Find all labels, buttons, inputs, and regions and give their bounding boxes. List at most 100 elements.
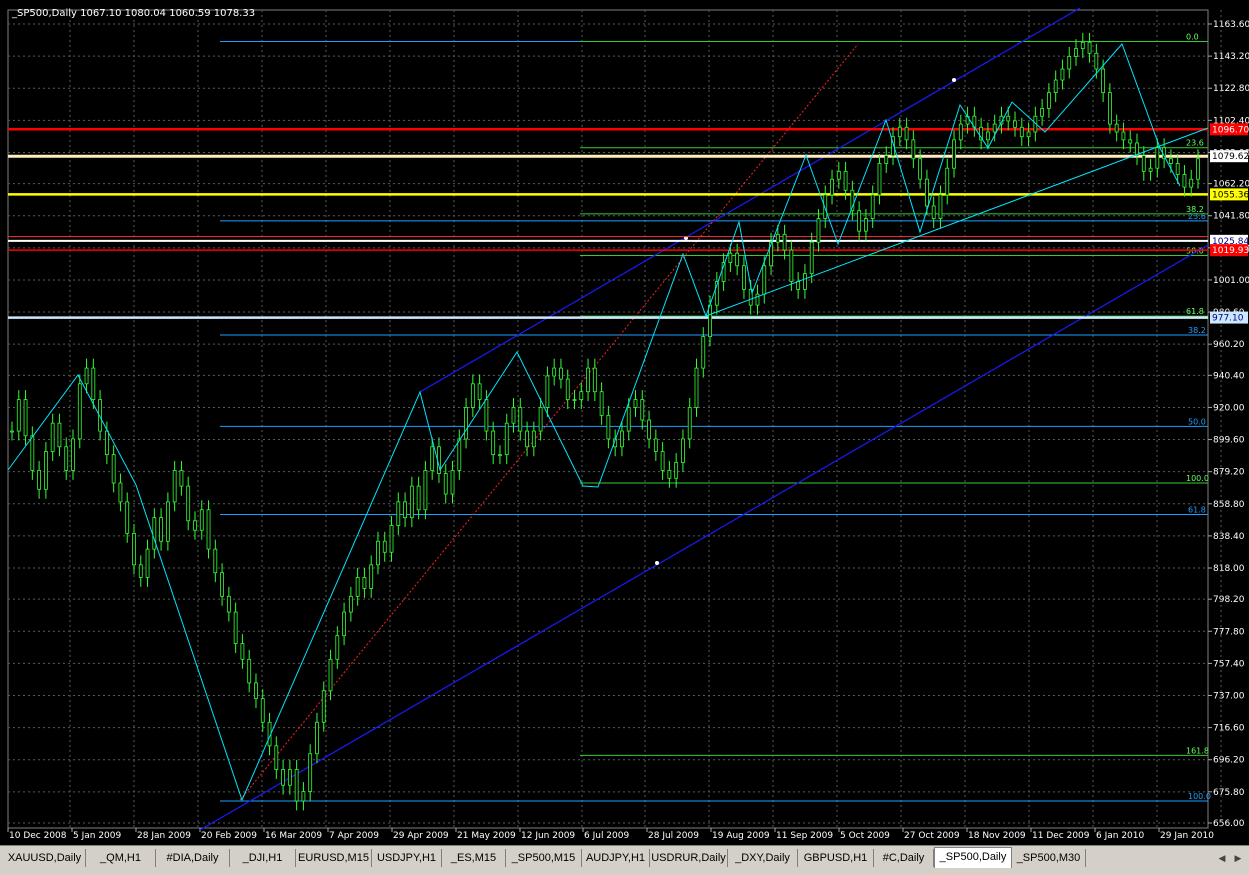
tab-es-m15[interactable]: _ES,M15 [442,849,506,867]
candle-body [226,595,231,613]
candle-body [1196,158,1200,180]
candle-body [484,399,489,432]
tab-usdrur-daily[interactable]: USDRUR,Daily [650,849,728,867]
price-tick-label: 1062.20 [1213,180,1249,190]
tab-gbpusd-h1[interactable]: GBPUSD,H1 [798,849,874,867]
candle-body [206,509,211,550]
candle-body [260,698,265,723]
date-tick-label: 27 Oct 2009 [904,831,960,841]
price-label-text: 1096.70 [1212,125,1249,135]
candle-body [355,577,360,597]
candle-body [118,482,123,503]
candle-body [321,690,326,723]
date-tick-label: 12 Jun 2009 [521,831,575,841]
fib-green-label: 61.8 [1186,307,1204,316]
candle-body [1141,155,1146,172]
fib-green-label: 50.0 [1186,247,1204,256]
candle-body [382,540,387,553]
candle-body [694,367,699,408]
candle-body [389,525,394,553]
date-tick-label: 16 Mar 2009 [265,831,322,841]
candle-body [132,532,136,566]
date-tick-label: 19 Aug 2009 [712,831,770,841]
fib-green-label: 23.6 [1186,139,1204,148]
tab-qm-h1[interactable]: _QM,H1 [86,849,156,867]
price-tick-label: 858.80 [1213,500,1245,510]
candle-body [491,430,496,456]
price-tick-label: 798.20 [1213,595,1245,605]
candle-body [1047,92,1051,109]
candle-body [660,451,665,471]
candle-body [884,155,889,164]
candle-body [1026,131,1031,138]
price-series [10,32,1200,811]
channel-anchor [655,561,659,565]
candle-body [1121,131,1126,141]
tab-dia-daily[interactable]: #DIA,Daily [156,849,230,867]
date-tick-label: 5 Jan 2009 [73,831,121,841]
tab-sp500-m15[interactable]: _SP500,M15 [506,849,582,867]
price-tick-label: 1122.80 [1213,84,1249,94]
symbol-header: _SP500,Daily 1067.10 1080.04 1060.59 107… [12,8,255,19]
price-tick-label: 1041.80 [1213,212,1249,222]
date-tick-label: 6 Jul 2009 [584,831,629,841]
tab-c-daily[interactable]: #C,Daily [874,849,934,867]
candle-body [897,126,902,138]
price-tick-label: 879.20 [1213,468,1245,478]
candle-body [796,281,801,290]
candle-body [809,241,814,275]
date-tick-label: 20 Feb 2009 [201,831,257,841]
scroll-left-icon[interactable]: ◀ [1215,852,1229,866]
price-tick-label: 716.60 [1213,724,1245,734]
candle-body [742,265,746,290]
candle-body [945,167,950,196]
chart-area[interactable]: _SP500,Daily 1067.10 1080.04 1060.59 107… [0,0,1249,845]
candle-body [233,611,238,644]
price-chart[interactable]: 1163.601143.201122.801102.401082.001062.… [0,0,1249,845]
candle-body [620,430,624,448]
candle-body [213,548,218,574]
candle-body [220,572,224,597]
candle-body [857,210,862,232]
candle-body [199,509,204,531]
price-tick-label: 920.00 [1213,403,1245,413]
candle-body [870,194,875,219]
candle-body [179,470,184,487]
tab-sp500-daily[interactable]: _SP500,Daily [934,847,1012,868]
candle-body [457,438,462,471]
candle-body [1175,163,1180,175]
tab-xauusd-daily[interactable]: XAUUSD,Daily [4,849,86,867]
date-tick-label: 6 Jan 2010 [1096,831,1144,841]
candle-body [240,643,245,660]
candle-body [803,273,807,290]
candle-body [762,265,767,295]
channel-upper-ext [200,8,1080,842]
candle-body [403,501,407,519]
candle-body [396,501,401,526]
candle-body [335,635,340,660]
date-tick-label: 28 Jan 2009 [137,831,191,841]
price-labels: 1096.701079.621055.361025.841019.93977.1… [1210,123,1249,324]
candle-body [464,407,468,440]
tab-sp500-m30[interactable]: _SP500,M30 [1012,849,1086,867]
scroll-right-icon[interactable]: ▶ [1231,852,1245,866]
candle-body [16,399,21,432]
price-tick-label: 1143.20 [1213,52,1249,62]
candle-body [931,205,936,219]
candle-body [111,454,116,484]
tab-dji-h1[interactable]: _DJI,H1 [230,849,296,867]
tab-eurusd-m15[interactable]: EURUSD,M15 [296,849,372,867]
candle-body [281,769,285,786]
candle-body [735,252,740,267]
tab-usdjpy-h1[interactable]: USDJPY,H1 [372,849,442,867]
tab-audjpy-h1[interactable]: AUDJPY,H1 [582,849,650,867]
tab-dxy-daily[interactable]: _DXY,Daily [728,849,798,867]
candle-body [57,422,62,448]
candle-body [511,407,516,424]
candle-body [37,470,42,490]
candle-body [416,485,421,511]
candle-body [287,769,292,786]
candle-body [504,422,509,456]
candle-body [1074,48,1078,57]
candle-body [538,407,543,432]
